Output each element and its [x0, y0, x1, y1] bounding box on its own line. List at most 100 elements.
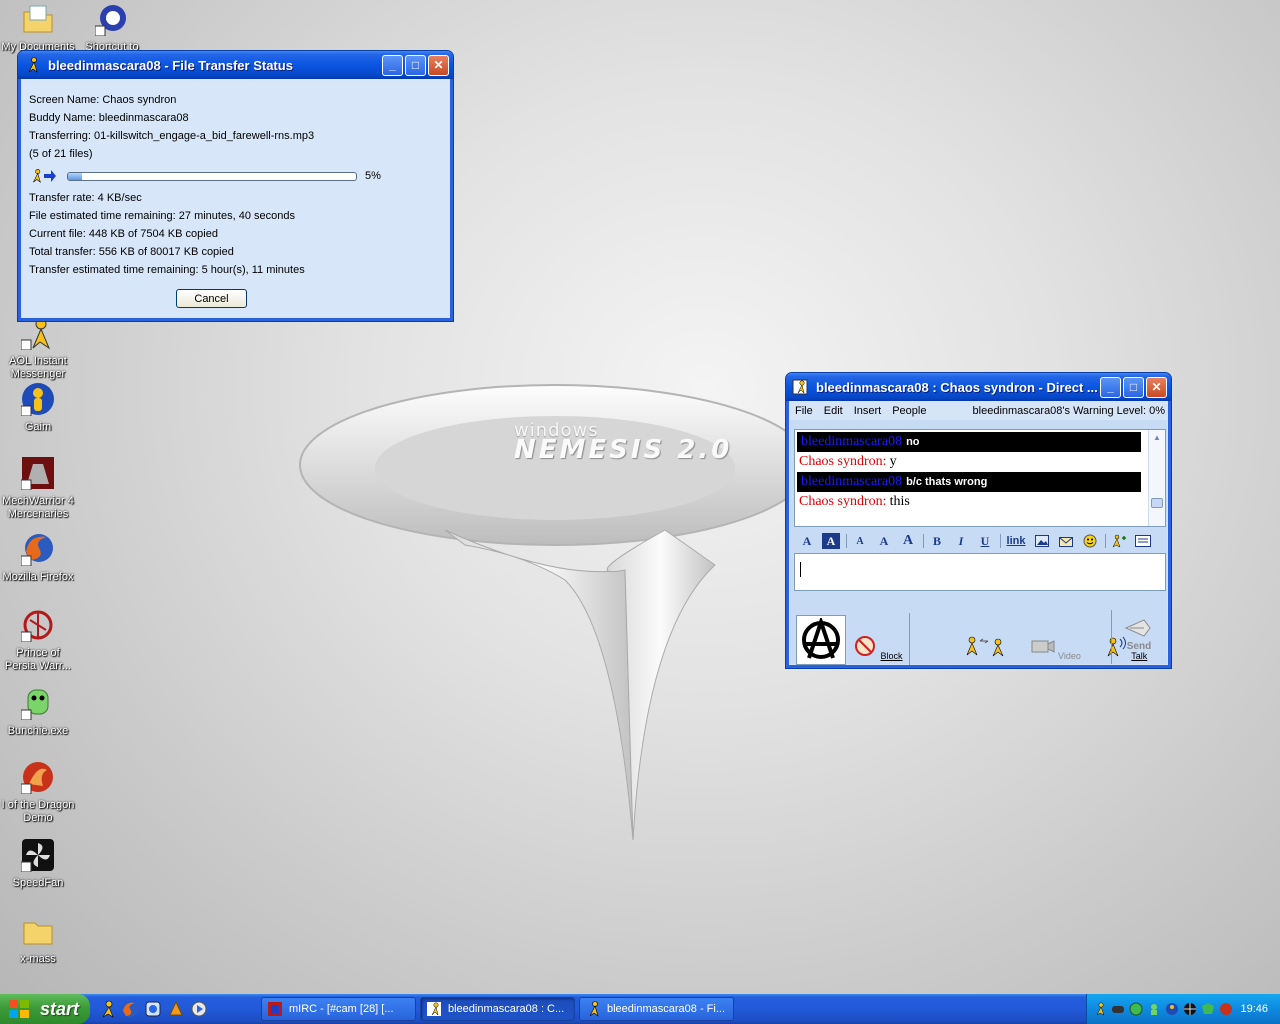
bold-button[interactable]: B — [928, 533, 946, 549]
im-title: bleedinmascara08 : Chaos syndron - Direc… — [816, 379, 1098, 395]
windows-logo-icon — [9, 1000, 29, 1018]
file-transfer-body: Screen Name: Chaos syndron Buddy Name: b… — [22, 79, 449, 317]
block-button[interactable]: Block — [852, 635, 903, 661]
direct-connect-button[interactable] — [964, 635, 1008, 661]
transfer-eta-text: Transfer estimated time remaining: 5 hou… — [29, 264, 305, 276]
start-button[interactable]: start — [0, 994, 90, 1024]
minimize-button[interactable]: _ — [382, 54, 403, 76]
menu-edit[interactable]: Edit — [824, 405, 843, 417]
text-color-button[interactable]: A — [798, 533, 816, 549]
underline-button[interactable]: U — [976, 533, 994, 549]
transfer-progress-fill — [68, 172, 83, 180]
desktop-icon-prince-of-persia[interactable]: Prince of Persia Warr... — [0, 608, 76, 673]
background-color-button[interactable]: A — [822, 533, 840, 549]
normal-font-button[interactable]: A — [875, 533, 893, 549]
task-label: bleedinmascara08 : C... — [448, 1003, 565, 1015]
image-icon — [1035, 535, 1049, 547]
buddy-icon[interactable] — [796, 615, 846, 665]
aim-running-man-icon — [28, 57, 38, 73]
speedfan-tray-icon[interactable] — [1183, 1002, 1197, 1016]
current-file-text: Current file: 448 KB of 7504 KB copied — [29, 228, 218, 240]
firefox-icon — [20, 534, 53, 567]
mirc-icon[interactable] — [144, 1000, 162, 1018]
folder-documents-icon — [23, 5, 53, 33]
insert-email-button[interactable] — [1057, 533, 1075, 549]
prince-of-persia-icon — [20, 610, 53, 643]
close-button[interactable]: ✕ — [1146, 376, 1167, 398]
history-scrollbar[interactable]: ▲ — [1148, 430, 1165, 526]
aim-icon[interactable] — [98, 1000, 116, 1018]
minimize-button[interactable]: _ — [1100, 376, 1121, 398]
antivirus-tray-icon[interactable] — [1219, 1002, 1233, 1016]
text-caret — [800, 562, 801, 577]
im-titlebar[interactable]: bleedinmascara08 : Chaos syndron - Direc… — [786, 373, 1171, 401]
firefox-icon[interactable] — [121, 1000, 139, 1018]
menu-file[interactable]: File — [795, 405, 813, 417]
gamepad-icon[interactable] — [1111, 1002, 1125, 1016]
media-player-icon[interactable] — [190, 1000, 208, 1018]
maximize-button[interactable]: □ — [405, 54, 426, 76]
messenger-tray-icon[interactable] — [1147, 1002, 1161, 1016]
close-button[interactable]: ✕ — [428, 54, 449, 76]
desktop-icon-speedfan[interactable]: SpeedFan — [0, 838, 76, 890]
message-row: bleedinmascara08 b/c thats wrong — [797, 472, 1141, 492]
message-input[interactable] — [794, 553, 1166, 591]
toolbar-separator — [923, 534, 924, 548]
taskbar-item-mirc[interactable]: mIRC - [#cam [28] [... — [261, 997, 416, 1021]
send-icon — [1124, 619, 1151, 637]
aim-tray-icon[interactable] — [1093, 1002, 1107, 1016]
bunchie-icon — [20, 689, 49, 721]
wallpaper-line2: NEMESIS 2.0 — [514, 435, 733, 465]
italic-button[interactable]: I — [952, 533, 970, 549]
insert-smiley-button[interactable] — [1081, 533, 1099, 549]
block-label: Block — [880, 651, 903, 661]
minimize-icon: _ — [389, 58, 396, 72]
gaim-tray-icon[interactable] — [1165, 1002, 1179, 1016]
direct-connect-icon — [966, 636, 1003, 657]
cancel-button[interactable]: Cancel — [176, 289, 247, 308]
scroll-up-icon[interactable]: ▲ — [1149, 430, 1165, 446]
network-globe-icon[interactable] — [1129, 1002, 1143, 1016]
dragon-icon — [20, 762, 53, 795]
taskbar-item-im-conversation[interactable]: bleedinmascara08 : C... — [420, 997, 575, 1021]
insert-link-button[interactable]: link — [1005, 533, 1027, 549]
security-tray-icon[interactable] — [1201, 1002, 1215, 1016]
desktop-icon-shortcut[interactable]: Shortcut to — [74, 2, 150, 54]
minimize-icon: _ — [1107, 380, 1114, 394]
file-transfer-titlebar[interactable]: bleedinmascara08 - File Transfer Status … — [18, 51, 453, 79]
message-sender: bleedinmascara08 — [801, 474, 903, 489]
desktop-icon-gaim[interactable]: Gaim — [0, 382, 76, 434]
transfer-rate-text: Transfer rate: 4 KB/sec — [29, 192, 142, 204]
im-conversation-window: bleedinmascara08 : Chaos syndron - Direc… — [785, 372, 1172, 669]
desktop-icon-x-mass[interactable]: x-mass — [0, 914, 76, 966]
desktop-icon-my-documents[interactable]: My Documents — [0, 2, 76, 54]
insert-image-button[interactable] — [1033, 533, 1051, 549]
file-transfer-title: bleedinmascara08 - File Transfer Status — [48, 57, 293, 73]
shrink-font-button[interactable]: A — [851, 533, 869, 549]
desktop-icon-aim[interactable]: AOL Instant Messenger — [0, 316, 76, 381]
desktop-icon-label: Gaim — [24, 421, 52, 433]
quick-launch — [98, 1000, 213, 1018]
grow-font-icon: A — [902, 533, 914, 548]
video-button[interactable]: Video — [1030, 635, 1081, 661]
im-action-bar: Block Video Talk Send — [794, 610, 1166, 665]
maximize-button[interactable]: □ — [1123, 376, 1144, 398]
clock: 19:46 — [1240, 1003, 1268, 1015]
desktop-icon-firefox[interactable]: Mozilla Firefox — [0, 532, 76, 584]
scroll-thumb[interactable] — [1151, 498, 1163, 508]
folder-icon — [23, 922, 53, 945]
add-buddy-button[interactable] — [1110, 533, 1128, 549]
desktop-icon-mechwarrior[interactable]: MechWarrior 4 Mercenaries — [0, 456, 76, 521]
bold-icon: B — [932, 533, 941, 548]
file-count-text: (5 of 21 files) — [29, 148, 93, 160]
menu-insert[interactable]: Insert — [854, 405, 882, 417]
send-button[interactable]: Send — [1111, 610, 1166, 664]
desktop-icon-bunchie[interactable]: Bunchie.exe — [0, 686, 76, 738]
winamp-icon[interactable] — [167, 1000, 185, 1018]
menu-people[interactable]: People — [892, 405, 926, 417]
task-label: mIRC - [#cam [28] [... — [289, 1003, 394, 1015]
grow-font-button[interactable]: A — [899, 533, 917, 549]
taskbar-item-file-transfer[interactable]: bleedinmascara08 - Fi... — [579, 997, 734, 1021]
buddy-info-button[interactable] — [1134, 533, 1152, 549]
desktop-icon-dragon[interactable]: I of the Dragon Demo — [0, 760, 76, 825]
